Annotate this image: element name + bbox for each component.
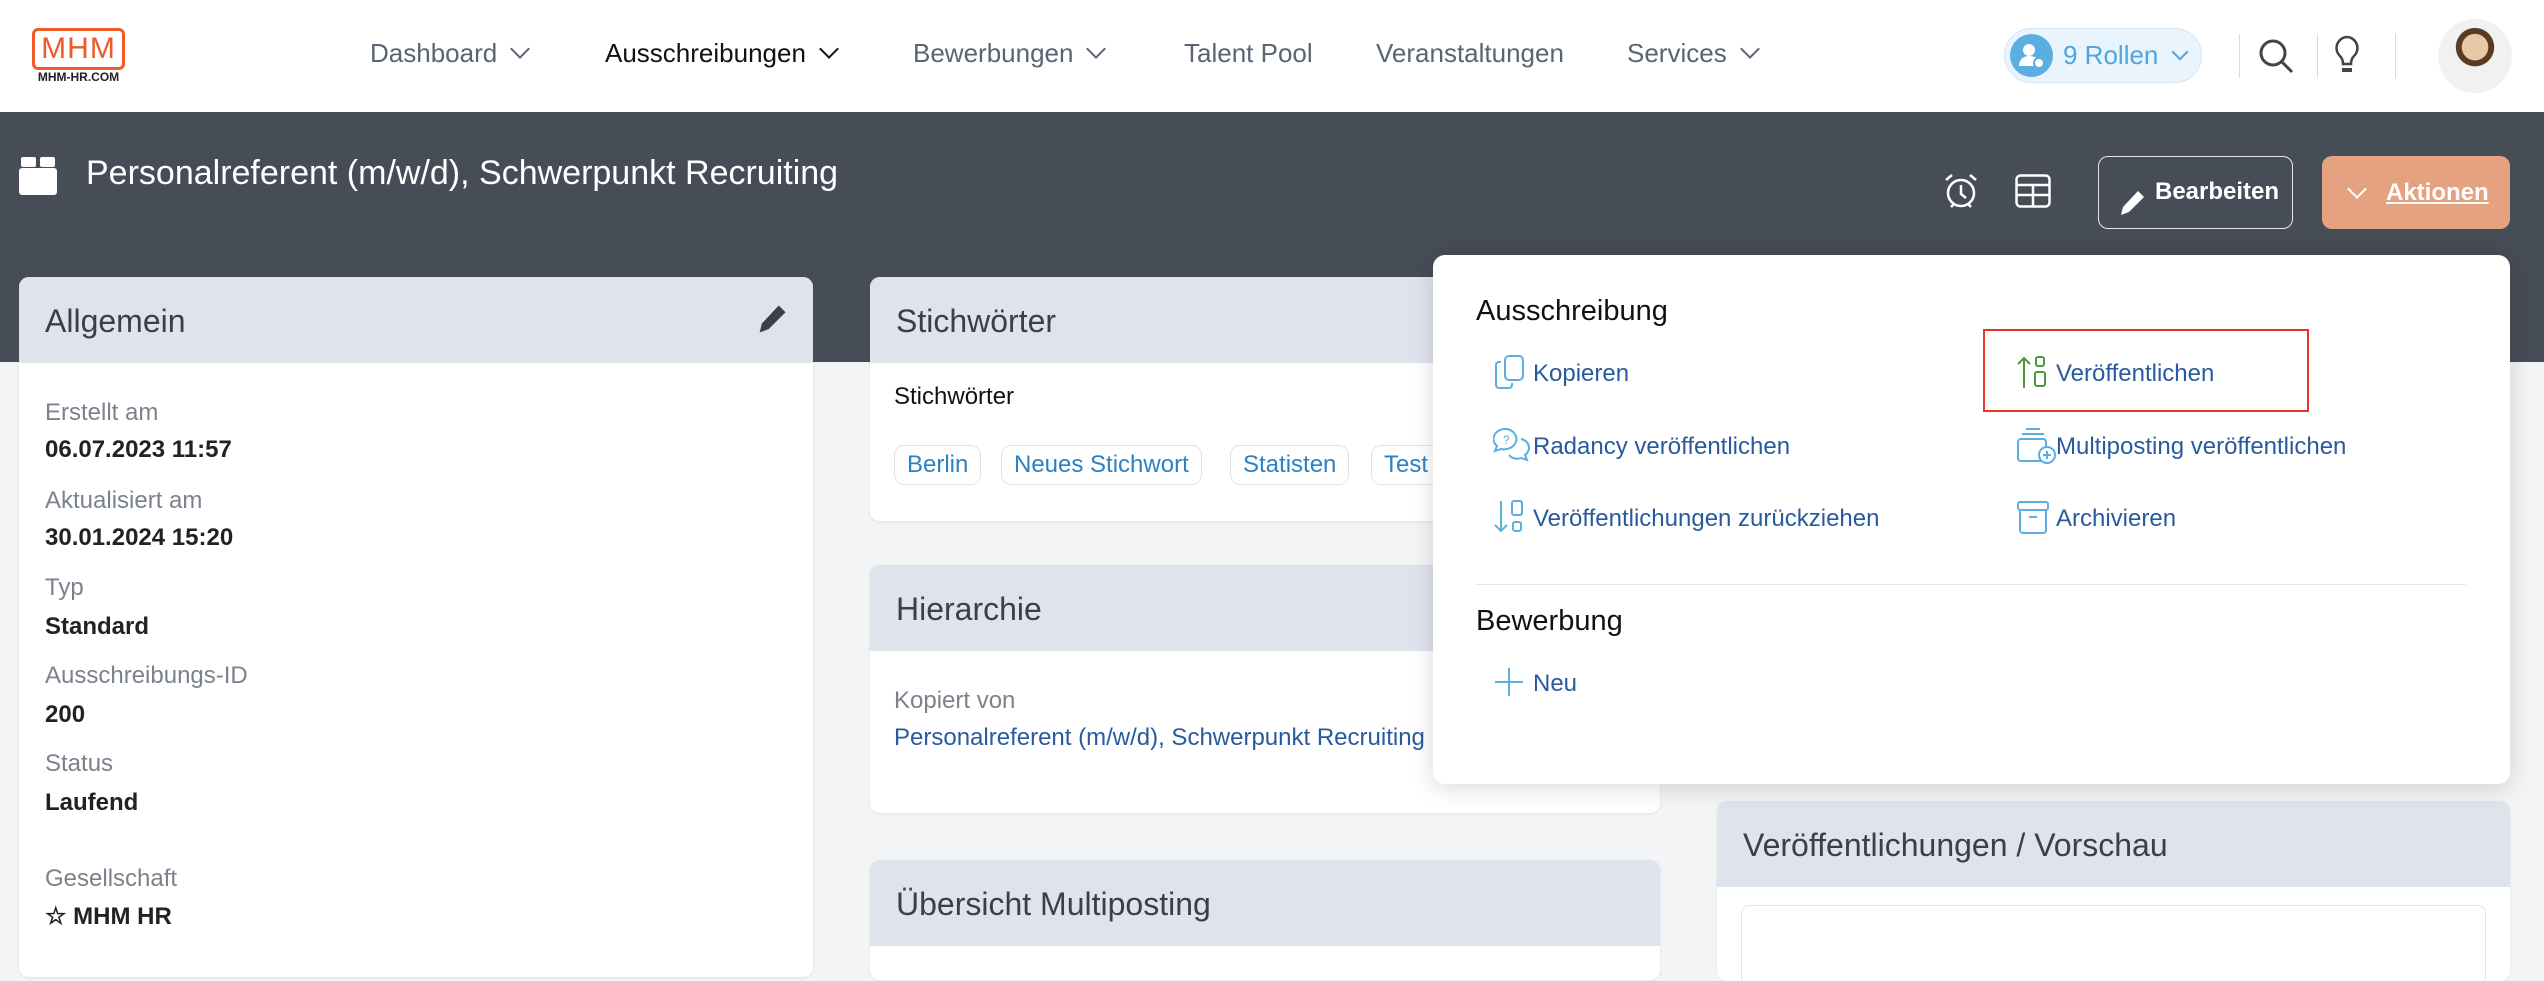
card-header: Allgemein [19, 277, 813, 363]
nav-talent-pool[interactable]: Talent Pool [1184, 38, 1313, 69]
actions-dropdown-menu: Ausschreibung Kopieren Veröffentlichen ?… [1433, 255, 2510, 784]
chevron-down-icon [1086, 39, 1107, 59]
edit-label: Bearbeiten [2155, 178, 2280, 205]
actions-label: Aktionen [2386, 179, 2489, 206]
card-title: Übersicht Multiposting [896, 886, 1211, 922]
card-title: Veröffentlichungen / Vorschau [1743, 827, 2168, 863]
field-value: 06.07.2023 11:57 [45, 436, 232, 463]
menu-label: Veröffentlichungen zurückziehen [1533, 505, 1880, 532]
field-value: 30.01.2024 15:20 [45, 524, 234, 551]
keywords-label: Stichwörter [894, 383, 1015, 410]
section-heading: Bewerbung [1476, 605, 1623, 637]
archive-icon [2017, 501, 2049, 534]
nav-dashboard[interactable]: Dashboard [370, 38, 531, 69]
plus-icon [1495, 668, 1523, 696]
field-value: Laufend [45, 789, 139, 816]
edit-button[interactable]: Bearbeiten [2098, 156, 2293, 229]
card-header: Übersicht Multiposting [870, 860, 1660, 946]
chevron-down-icon [510, 39, 531, 59]
menu-label: Archivieren [2056, 505, 2177, 532]
divider [2395, 34, 2396, 78]
divider [2317, 34, 2318, 78]
lightbulb-icon[interactable] [2332, 34, 2362, 83]
card-title: Stichwörter [896, 303, 1057, 339]
roles-dropdown[interactable]: 9 Rollen [2004, 28, 2202, 83]
menu-item-multiposting[interactable]: Multiposting veröffentlichen [2017, 428, 2347, 464]
nav-label: Services [1627, 38, 1727, 68]
section-heading: Ausschreibung [1476, 295, 1668, 327]
logo[interactable]: MHM [32, 28, 125, 70]
menu-label: Multiposting veröffentlichen [2056, 433, 2347, 460]
nav-label: Bewerbungen [913, 38, 1074, 68]
field-label: Erstellt am [45, 399, 159, 426]
nav-ausschreibungen[interactable]: Ausschreibungen [605, 38, 839, 69]
chevron-down-icon [819, 39, 839, 59]
nav-label: Ausschreibungen [605, 38, 806, 68]
chevron-down-icon [2171, 43, 2189, 61]
menu-item-zurueckziehen[interactable]: Veröffentlichungen zurückziehen [1494, 500, 1880, 533]
table-icon[interactable] [2015, 174, 2051, 213]
stack-add-icon [2017, 428, 2056, 464]
menu-item-kopieren[interactable]: Kopieren [1495, 355, 1630, 389]
pencil-icon [2117, 177, 2147, 247]
field-label: Gesellschaft [45, 865, 178, 892]
menu-item-neu[interactable]: Neu [1495, 668, 1578, 698]
svg-text:?: ? [1503, 433, 1510, 447]
card-title: Allgemein [45, 303, 186, 339]
nav-bewerbungen[interactable]: Bewerbungen [913, 38, 1107, 69]
user-settings-icon [2010, 34, 2053, 77]
menu-item-veroeffentlichen[interactable]: Veröffentlichen [2017, 356, 2215, 388]
copy-icon [1495, 355, 1524, 389]
divider [1476, 584, 2466, 585]
top-navbar: MHM MHM-HR.COM Dashboard Ausschreibungen… [0, 0, 2544, 112]
nav-label: Dashboard [370, 38, 498, 68]
nav-services[interactable]: Services [1627, 38, 1760, 69]
multiposting-card: Übersicht Multiposting [870, 860, 1660, 980]
keyword-tag[interactable]: Statisten [1230, 445, 1350, 485]
search-icon[interactable] [2256, 36, 2296, 81]
chevron-down-icon [1739, 39, 1760, 59]
field-label: Ausschreibungs-ID [45, 662, 248, 689]
divider [2239, 34, 2240, 78]
field-value: 200 [45, 701, 86, 728]
menu-label: Veröffentlichen [2056, 360, 2215, 387]
copied-from-label: Kopiert von [894, 687, 1016, 714]
keyword-tag[interactable]: Test [1371, 445, 1442, 485]
chat-question-icon: ? [1493, 427, 1530, 462]
keyword-tag[interactable]: Neues Stichwort [1001, 445, 1202, 485]
alarm-clock-icon[interactable] [1942, 172, 1980, 215]
pencil-icon[interactable] [755, 301, 789, 342]
page-title: Personalreferent (m/w/d), Schwerpunkt Re… [86, 154, 839, 192]
allgemein-card: Allgemein Erstellt am 06.07.2023 11:57 A… [19, 277, 813, 977]
menu-label: Neu [1533, 670, 1578, 697]
copied-from-link[interactable]: Personalreferent (m/w/d), Schwerpunkt Re… [894, 724, 1425, 752]
nav-veranstaltungen[interactable]: Veranstaltungen [1376, 38, 1564, 69]
field-value: ☆ MHM HR [45, 903, 172, 930]
publish-icon [2017, 356, 2046, 388]
roles-label: 9 Rollen [2063, 40, 2159, 70]
chevron-down-icon [2347, 179, 2367, 199]
preview-box [1741, 905, 2486, 981]
briefcase-icon [19, 157, 57, 200]
vorschau-card: Veröffentlichungen / Vorschau [1717, 801, 2510, 981]
keyword-tag[interactable]: Berlin [894, 445, 982, 485]
actions-button[interactable]: Aktionen [2322, 156, 2510, 229]
field-label: Aktualisiert am [45, 487, 203, 514]
field-label: Status [45, 750, 114, 777]
logo-subtitle: MHM-HR.COM [37, 70, 120, 84]
avatar[interactable] [2438, 19, 2512, 93]
field-value: Standard [45, 613, 150, 640]
field-label: Typ [45, 574, 84, 601]
card-header: Veröffentlichungen / Vorschau [1717, 801, 2510, 887]
menu-label: Radancy veröffentlichen [1533, 433, 1791, 460]
card-title: Hierarchie [896, 591, 1042, 627]
menu-item-radancy[interactable]: ? Radancy veröffentlichen [1493, 427, 1791, 462]
menu-label: Kopieren [1533, 360, 1630, 387]
menu-item-archivieren[interactable]: Archivieren [2017, 501, 2177, 534]
unpublish-icon [1494, 500, 1523, 533]
